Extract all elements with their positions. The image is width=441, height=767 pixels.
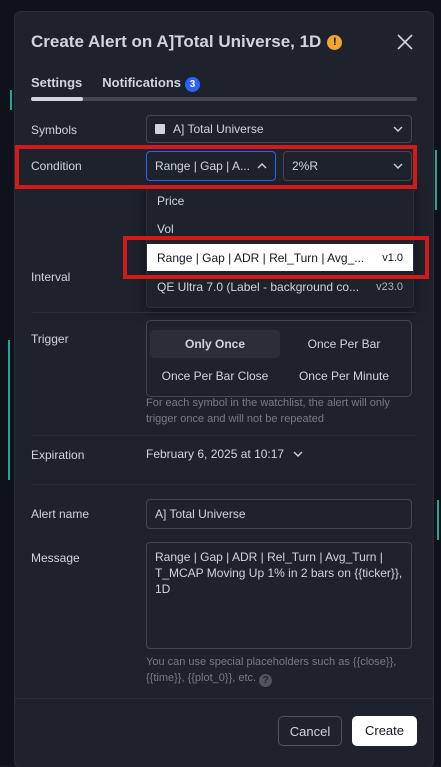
- trigger-once-per-minute[interactable]: Once Per Minute: [279, 362, 409, 390]
- alert-name-input[interactable]: A] Total Universe: [146, 499, 412, 529]
- watchlist-icon: [155, 124, 165, 134]
- chart-candle: [10, 90, 12, 110]
- divider: [31, 435, 417, 436]
- chevron-down-icon: [293, 451, 303, 457]
- trigger-hint: For each symbol in the watchlist, the al…: [146, 397, 390, 425]
- dropdown-item-vol[interactable]: Vol: [147, 215, 413, 242]
- close-icon[interactable]: [395, 32, 415, 52]
- expiration-label: Expiration: [31, 448, 85, 462]
- symbols-select[interactable]: A] Total Universe: [146, 115, 412, 143]
- trigger-options: Only Once Once Per Bar Once Per Bar Clos…: [146, 320, 412, 397]
- create-button[interactable]: Create: [352, 716, 417, 746]
- chevron-down-icon: [393, 163, 403, 169]
- tab-indicator-active: [31, 97, 83, 101]
- chart-candle: [8, 340, 10, 480]
- dialog-tabs: Settings Notifications 3: [31, 75, 201, 92]
- condition-dropdown: Price Vol Range | Gap | ADR | Rel_Turn |…: [146, 186, 414, 308]
- chevron-down-icon: [393, 126, 403, 132]
- dropdown-item-qe-ultra[interactable]: QE Ultra 7.0 (Label - background co... v2…: [147, 273, 413, 300]
- warning-icon[interactable]: !: [327, 35, 343, 50]
- symbols-label: Symbols: [31, 123, 78, 137]
- trigger-once-per-bar[interactable]: Once Per Bar: [279, 330, 409, 358]
- trigger-only-once[interactable]: Only Once: [150, 330, 280, 358]
- alert-name-label: Alert name: [31, 507, 90, 521]
- footer-divider: [15, 698, 433, 699]
- chart-candle: [435, 150, 437, 210]
- chevron-up-icon: [257, 163, 267, 169]
- condition-plot-select[interactable]: 2%R: [283, 151, 412, 181]
- expiration-select[interactable]: February 6, 2025 at 10:17: [146, 447, 303, 461]
- dropdown-item-range-gap-adr[interactable]: Range | Gap | ADR | Rel_Turn | Avg_... v1…: [147, 244, 413, 271]
- help-icon[interactable]: ?: [259, 674, 273, 687]
- tab-notifications[interactable]: Notifications 3: [102, 75, 201, 92]
- create-alert-dialog: Create Alert on A]Total Universe, 1D! Se…: [15, 12, 433, 767]
- divider: [31, 312, 417, 313]
- message-label: Message: [31, 551, 80, 565]
- dropdown-item-price[interactable]: Price: [147, 187, 413, 214]
- condition-select[interactable]: Range | Gap | A...: [146, 151, 276, 181]
- message-textarea[interactable]: Range | Gap | ADR | Rel_Turn | Avg_Turn …: [146, 542, 412, 649]
- interval-label: Interval: [31, 270, 71, 284]
- tab-settings[interactable]: Settings: [31, 75, 82, 92]
- divider: [31, 484, 417, 485]
- chart-candle: [437, 500, 439, 540]
- message-hint: You can use special placeholders such as…: [146, 656, 397, 687]
- dialog-title: Create Alert on A]Total Universe, 1D!: [31, 32, 343, 52]
- notifications-count-badge: 3: [185, 77, 201, 92]
- condition-label: Condition: [31, 159, 82, 173]
- trigger-label: Trigger: [31, 332, 69, 346]
- cancel-button[interactable]: Cancel: [278, 716, 342, 746]
- tab-indicator-track: [31, 97, 417, 101]
- trigger-once-per-bar-close[interactable]: Once Per Bar Close: [150, 362, 280, 390]
